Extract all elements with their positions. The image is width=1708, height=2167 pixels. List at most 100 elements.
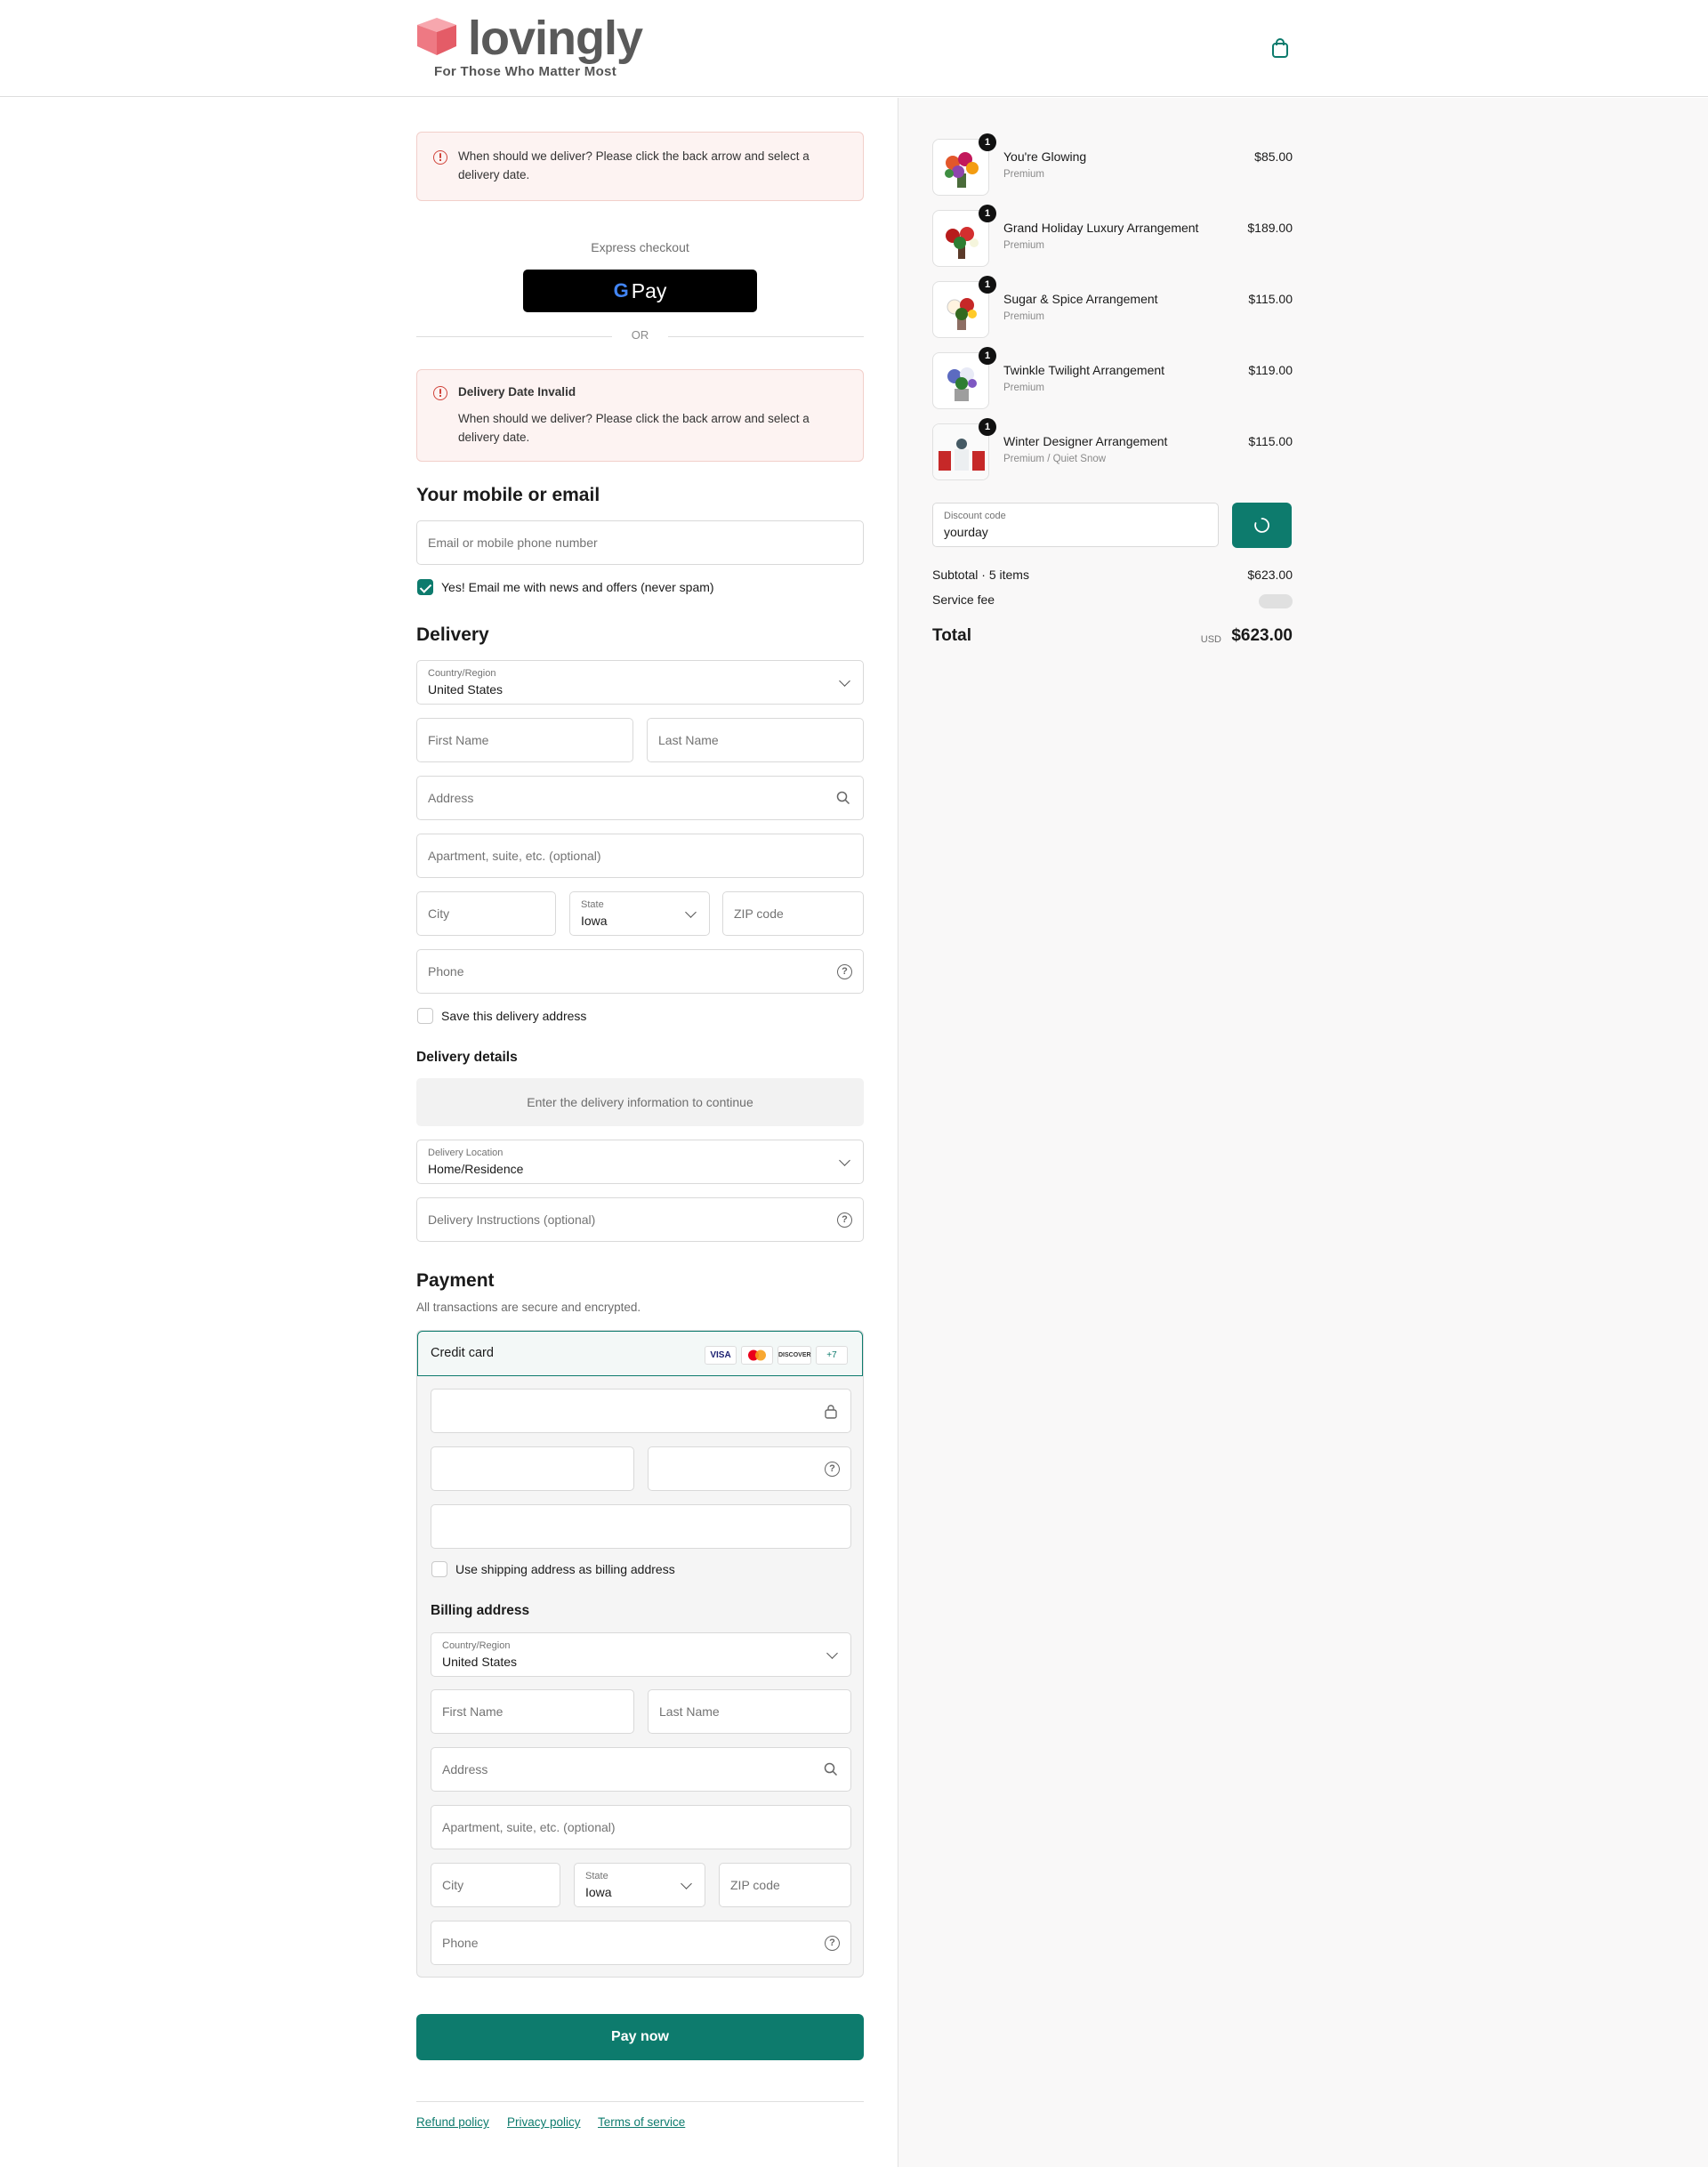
- site-header: lovingly For Those Who Matter Most: [0, 0, 1708, 97]
- help-icon[interactable]: ?: [837, 1212, 852, 1228]
- use-shipping-checkbox[interactable]: [431, 1561, 447, 1577]
- alert-body: When should we deliver? Please click the…: [458, 412, 810, 444]
- error-icon: [433, 386, 447, 400]
- or-label: OR: [631, 328, 649, 342]
- newsletter-label: Yes! Email me with news and offers (neve…: [441, 580, 714, 594]
- credit-card-option[interactable]: Credit card VISA DISCOVER +7: [417, 1331, 863, 1376]
- subtotal-row: Subtotal · 5 items $623.00: [932, 568, 1293, 582]
- express-checkout-label: Express checkout: [591, 240, 689, 254]
- apartment-field[interactable]: Apartment, suite, etc. (optional): [416, 834, 864, 878]
- cart-item: 1 Grand Holiday Luxury Arrangement Premi…: [932, 205, 1293, 267]
- footer-divider: [416, 2101, 864, 2102]
- billing-state-select[interactable]: State Iowa: [574, 1863, 705, 1907]
- address-field[interactable]: Address: [416, 776, 864, 820]
- shopping-bag-icon[interactable]: [1270, 37, 1290, 59]
- pay-now-button[interactable]: Pay now: [416, 2014, 864, 2060]
- billing-apartment-field[interactable]: Apartment, suite, etc. (optional): [431, 1805, 851, 1849]
- cart-item: 1 Winter Designer Arrangement Premium / …: [932, 418, 1293, 480]
- service-fee-loading: [1259, 594, 1293, 608]
- state-select[interactable]: State Iowa: [569, 891, 710, 936]
- help-icon[interactable]: ?: [825, 1936, 840, 1951]
- item-price: $115.00: [1248, 292, 1293, 306]
- country-select[interactable]: Country/Region United States: [416, 660, 864, 705]
- billing-phone-field[interactable]: Phone ?: [431, 1921, 851, 1965]
- credit-card-section: Credit card VISA DISCOVER +7 ? Use shipp…: [416, 1330, 864, 1978]
- billing-address-field[interactable]: Address: [431, 1747, 851, 1792]
- delivery-date-invalid-alert: Delivery Date Invalid When should we del…: [416, 369, 864, 462]
- email-field[interactable]: Email or mobile phone number: [416, 520, 864, 565]
- lock-icon: [825, 1405, 837, 1419]
- chevron-down-icon: [839, 675, 850, 687]
- brand-tagline: For Those Who Matter Most: [434, 64, 616, 79]
- refund-policy-link[interactable]: Refund policy: [416, 2115, 489, 2129]
- item-variant: Premium: [1003, 240, 1045, 251]
- quantity-badge: 1: [979, 133, 996, 151]
- item-price: $115.00: [1248, 434, 1293, 448]
- currency-label: USD: [1200, 634, 1221, 645]
- service-fee-row: Service fee: [932, 592, 1293, 608]
- first-name-field[interactable]: First Name: [416, 718, 633, 762]
- quantity-badge: 1: [979, 276, 996, 294]
- terms-of-service-link[interactable]: Terms of service: [598, 2115, 685, 2129]
- brand-name[interactable]: lovingly: [468, 7, 643, 69]
- use-shipping-label: Use shipping address as billing address: [455, 1562, 675, 1576]
- billing-first-name-field[interactable]: First Name: [431, 1689, 634, 1734]
- search-icon: [836, 791, 850, 805]
- billing-country-select[interactable]: Country/Region United States: [431, 1632, 851, 1677]
- newsletter-checkbox[interactable]: [417, 579, 433, 595]
- lovingly-logo-icon[interactable]: [415, 16, 458, 57]
- chevron-down-icon: [685, 906, 697, 918]
- chevron-down-icon: [826, 1647, 838, 1659]
- security-code-field[interactable]: ?: [648, 1446, 851, 1491]
- item-name: Sugar & Spice Arrangement: [1003, 292, 1158, 306]
- billing-last-name-field[interactable]: Last Name: [648, 1689, 851, 1734]
- quantity-badge: 1: [979, 347, 996, 365]
- name-on-card-field[interactable]: [431, 1504, 851, 1549]
- card-number-field[interactable]: [431, 1389, 851, 1433]
- visa-icon: VISA: [705, 1346, 737, 1365]
- apply-discount-button[interactable]: [1232, 503, 1292, 548]
- search-icon: [824, 1762, 838, 1776]
- item-name: Grand Holiday Luxury Arrangement: [1003, 221, 1199, 235]
- item-price: $85.00: [1254, 149, 1293, 164]
- gpay-label: Pay: [631, 278, 667, 302]
- total-row: Total USD $623.00: [932, 626, 1293, 651]
- quantity-badge: 1: [979, 205, 996, 222]
- google-pay-button[interactable]: G Pay: [523, 270, 757, 312]
- or-divider: OR: [416, 328, 864, 344]
- total-value: $623.00: [1231, 626, 1293, 645]
- subtotal-label: Subtotal · 5 items: [932, 568, 1029, 582]
- last-name-field[interactable]: Last Name: [647, 718, 864, 762]
- discount-code-field[interactable]: Discount code yourday: [932, 503, 1219, 547]
- delivery-instructions-field[interactable]: Delivery Instructions (optional) ?: [416, 1197, 864, 1242]
- phone-field[interactable]: Phone ?: [416, 949, 864, 994]
- zip-field[interactable]: ZIP code: [722, 891, 864, 936]
- save-address-checkbox[interactable]: [417, 1008, 433, 1024]
- item-name: You're Glowing: [1003, 149, 1087, 164]
- expiration-date-field[interactable]: [431, 1446, 634, 1491]
- contact-heading: Your mobile or email: [416, 485, 600, 505]
- billing-zip-field[interactable]: ZIP code: [719, 1863, 851, 1907]
- billing-city-field[interactable]: City: [431, 1863, 560, 1907]
- item-variant: Premium: [1003, 311, 1045, 322]
- discover-icon: DISCOVER: [777, 1346, 811, 1365]
- help-icon[interactable]: ?: [825, 1462, 840, 1477]
- item-variant: Premium: [1003, 383, 1045, 393]
- billing-address-heading: Billing address: [431, 1603, 530, 1618]
- loading-spinner-icon: [1254, 518, 1269, 533]
- delivery-info-notice: Enter the delivery information to contin…: [416, 1078, 864, 1126]
- save-address-label: Save this delivery address: [441, 1009, 587, 1023]
- city-field[interactable]: City: [416, 891, 556, 936]
- chevron-down-icon: [681, 1878, 692, 1889]
- item-variant: Premium: [1003, 169, 1045, 180]
- cart-item: 1 You're Glowing Premium $85.00: [932, 133, 1293, 196]
- chevron-down-icon: [839, 1155, 850, 1166]
- delivery-location-select[interactable]: Delivery Location Home/Residence: [416, 1140, 864, 1184]
- error-icon: [433, 150, 447, 165]
- more-cards-badge: +7: [816, 1346, 848, 1365]
- alert-message: When should we deliver? Please click the…: [458, 149, 810, 181]
- total-label: Total: [932, 626, 971, 645]
- privacy-policy-link[interactable]: Privacy policy: [507, 2115, 581, 2129]
- help-icon[interactable]: ?: [837, 964, 852, 979]
- service-fee-label: Service fee: [932, 592, 995, 607]
